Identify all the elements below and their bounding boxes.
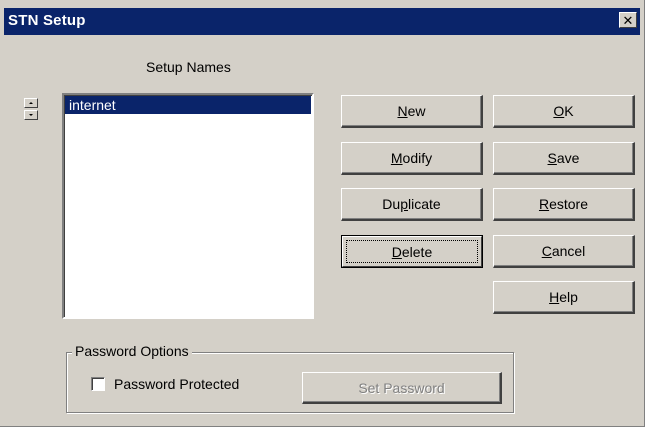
restore-button[interactable]: Restore — [493, 188, 635, 221]
move-up-button[interactable] — [24, 98, 38, 108]
button-label: Modify — [390, 150, 433, 166]
button-label: Help — [549, 289, 578, 305]
save-button[interactable]: Save — [493, 142, 635, 175]
ok-button[interactable]: OK — [493, 95, 635, 128]
password-protected-label[interactable]: Password Protected — [114, 376, 239, 392]
arrow-up-icon — [29, 102, 33, 104]
new-button[interactable]: New — [341, 95, 483, 128]
window-title: STN Setup — [8, 12, 86, 29]
password-protected-checkbox[interactable] — [91, 377, 105, 391]
close-icon: ✕ — [622, 12, 634, 28]
button-label: New — [397, 103, 426, 119]
stn-setup-dialog: STN Setup ✕ Setup Names internet New Mod… — [0, 0, 645, 427]
button-label: Save — [547, 150, 580, 166]
button-label: Set Password — [358, 379, 445, 396]
duplicate-button[interactable]: Duplicate — [341, 188, 483, 221]
move-down-button[interactable] — [24, 110, 38, 120]
cancel-button[interactable]: Cancel — [493, 235, 635, 268]
password-options-legend: Password Options — [72, 343, 192, 359]
button-label: OK — [553, 103, 574, 119]
button-label: Delete — [391, 243, 433, 260]
close-button[interactable]: ✕ — [619, 12, 637, 28]
setup-names-list[interactable]: internet — [62, 93, 314, 319]
arrow-down-icon — [29, 114, 33, 116]
button-label: Cancel — [541, 243, 586, 259]
delete-button[interactable]: Delete — [341, 235, 483, 268]
title-bar: STN Setup ✕ — [4, 8, 640, 35]
set-password-button[interactable]: Set Password — [302, 372, 502, 404]
button-label: Restore — [538, 196, 589, 212]
button-label: Duplicate — [382, 196, 441, 212]
help-button[interactable]: Help — [493, 281, 635, 314]
list-item[interactable]: internet — [65, 96, 311, 114]
modify-button[interactable]: Modify — [341, 142, 483, 175]
setup-names-label: Setup Names — [146, 59, 231, 75]
